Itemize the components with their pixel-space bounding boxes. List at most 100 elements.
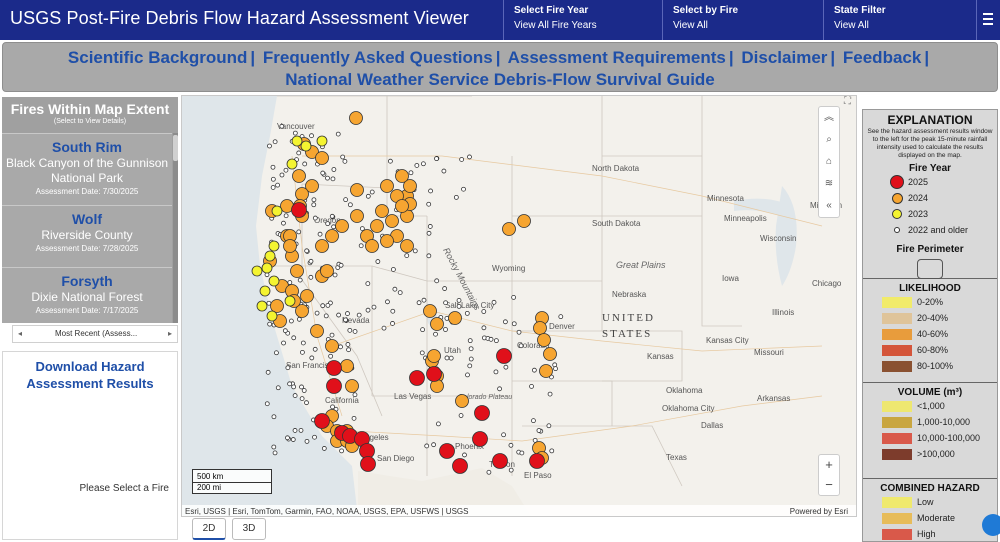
fire-marker[interactable] xyxy=(465,372,470,378)
fire-marker[interactable] xyxy=(474,405,490,421)
fire-marker[interactable] xyxy=(481,325,487,331)
fire-marker[interactable] xyxy=(426,253,432,259)
fire-marker[interactable] xyxy=(300,340,306,346)
view-3d-button[interactable]: 3D xyxy=(232,518,266,540)
fire-marker[interactable] xyxy=(301,388,307,393)
fire-marker[interactable] xyxy=(312,434,317,440)
fire-marker[interactable] xyxy=(345,311,350,316)
fire-marker[interactable] xyxy=(290,264,304,278)
fire-marker[interactable] xyxy=(518,343,524,349)
fire-marker[interactable] xyxy=(414,163,420,168)
fire-marker[interactable] xyxy=(284,295,296,307)
fire-marker[interactable] xyxy=(299,384,304,390)
fire-marker[interactable] xyxy=(320,170,326,176)
fire-marker[interactable] xyxy=(346,347,351,353)
fire-marker[interactable] xyxy=(448,311,462,325)
fire-marker[interactable] xyxy=(325,175,330,181)
chevrons-up-icon[interactable]: ︽ xyxy=(819,107,839,129)
fire-marker[interactable] xyxy=(270,176,276,182)
fire-marker[interactable] xyxy=(311,202,317,208)
fire-marker[interactable] xyxy=(302,161,308,167)
fire-marker[interactable] xyxy=(558,314,564,320)
fire-marker[interactable] xyxy=(266,310,278,322)
fire-marker[interactable] xyxy=(441,168,447,174)
fire-marker[interactable] xyxy=(365,281,371,287)
fire-marker[interactable] xyxy=(537,333,551,347)
fire-marker[interactable] xyxy=(274,350,279,356)
fire-marker[interactable] xyxy=(456,297,462,303)
fire-marker[interactable] xyxy=(296,316,302,322)
fire-marker[interactable] xyxy=(497,386,502,392)
fire-marker[interactable] xyxy=(423,304,437,318)
fire-marker[interactable] xyxy=(251,265,263,277)
fire-marker[interactable] xyxy=(529,453,545,469)
fire-marker[interactable] xyxy=(516,329,522,335)
fire-marker[interactable] xyxy=(259,285,271,297)
fire-marker[interactable] xyxy=(408,170,414,176)
fire-marker[interactable] xyxy=(330,176,336,182)
fire-marker[interactable] xyxy=(421,297,427,303)
fire-marker[interactable] xyxy=(459,157,465,162)
fire-marker[interactable] xyxy=(486,469,492,475)
fire-marker[interactable] xyxy=(439,443,455,459)
state-filter[interactable]: State Filter View All xyxy=(823,0,976,40)
fire-marker[interactable] xyxy=(390,308,396,314)
fire-marker[interactable] xyxy=(350,209,364,223)
powered-by-esri[interactable]: Powered by Esri xyxy=(790,507,848,516)
fire-marker[interactable] xyxy=(323,313,329,319)
fire-marker[interactable] xyxy=(420,161,426,167)
fire-marker[interactable] xyxy=(370,219,384,233)
fire-marker[interactable] xyxy=(299,396,305,402)
search-icon[interactable]: ⌕ xyxy=(819,129,839,151)
fire-marker[interactable] xyxy=(501,432,506,438)
fire-marker[interactable] xyxy=(428,188,433,194)
fire-marker[interactable] xyxy=(309,355,315,361)
fire-marker[interactable] xyxy=(448,355,454,361)
fire-marker[interactable] xyxy=(283,167,289,173)
fire-marker[interactable] xyxy=(443,300,449,306)
disclaimer-link[interactable]: Disclaimer xyxy=(741,48,827,67)
fire-marker[interactable] xyxy=(268,275,280,287)
fire-marker[interactable] xyxy=(511,294,517,300)
fire-marker[interactable] xyxy=(380,179,394,193)
fire-marker[interactable] xyxy=(314,413,330,429)
fire-marker[interactable] xyxy=(371,304,377,310)
refresh-icon[interactable] xyxy=(982,514,1000,536)
home-icon[interactable]: ⌂ xyxy=(819,151,839,173)
fire-marker[interactable] xyxy=(456,304,462,309)
fire-marker[interactable] xyxy=(296,229,302,235)
fire-marker[interactable] xyxy=(492,453,508,469)
fire-marker[interactable] xyxy=(352,392,358,398)
fire-marker[interactable] xyxy=(426,366,442,382)
fire-marker[interactable] xyxy=(292,169,306,183)
fire-marker[interactable] xyxy=(496,348,512,364)
fire-marker[interactable] xyxy=(443,327,448,332)
fire-marker[interactable] xyxy=(292,393,298,398)
fire-list-item[interactable]: Forsyth Dixie National Forest Assessment… xyxy=(2,267,172,323)
fire-year-filter[interactable]: Select Fire Year View All Fire Years xyxy=(503,0,661,40)
fire-marker[interactable] xyxy=(339,448,344,454)
fire-marker[interactable] xyxy=(283,239,297,253)
fire-marker[interactable] xyxy=(304,438,310,444)
fire-marker[interactable] xyxy=(343,197,349,203)
assessment-requirements-link[interactable]: Assessment Requirements xyxy=(508,48,726,67)
fire-marker[interactable] xyxy=(291,202,307,218)
fire-marker[interactable] xyxy=(543,347,557,361)
fire-marker[interactable] xyxy=(375,259,381,264)
fire-marker[interactable] xyxy=(336,312,342,318)
fire-marker[interactable] xyxy=(279,123,285,129)
fire-marker[interactable] xyxy=(325,229,339,243)
fire-list-item[interactable]: South Rim Black Canyon of the Gunnison N… xyxy=(2,133,172,205)
fire-marker[interactable] xyxy=(331,224,336,230)
fire-marker[interactable] xyxy=(430,317,444,331)
faq-link[interactable]: Frequently Asked Questions xyxy=(263,48,493,67)
fire-marker[interactable] xyxy=(265,369,271,375)
fire-marker[interactable] xyxy=(546,423,552,429)
fire-marker[interactable] xyxy=(271,444,277,450)
fire-marker[interactable] xyxy=(467,154,472,160)
fire-marker[interactable] xyxy=(314,310,320,316)
fire-marker[interactable] xyxy=(256,300,268,312)
fire-marker[interactable] xyxy=(503,364,509,370)
fire-marker[interactable] xyxy=(308,274,314,280)
fire-marker[interactable] xyxy=(320,264,334,278)
